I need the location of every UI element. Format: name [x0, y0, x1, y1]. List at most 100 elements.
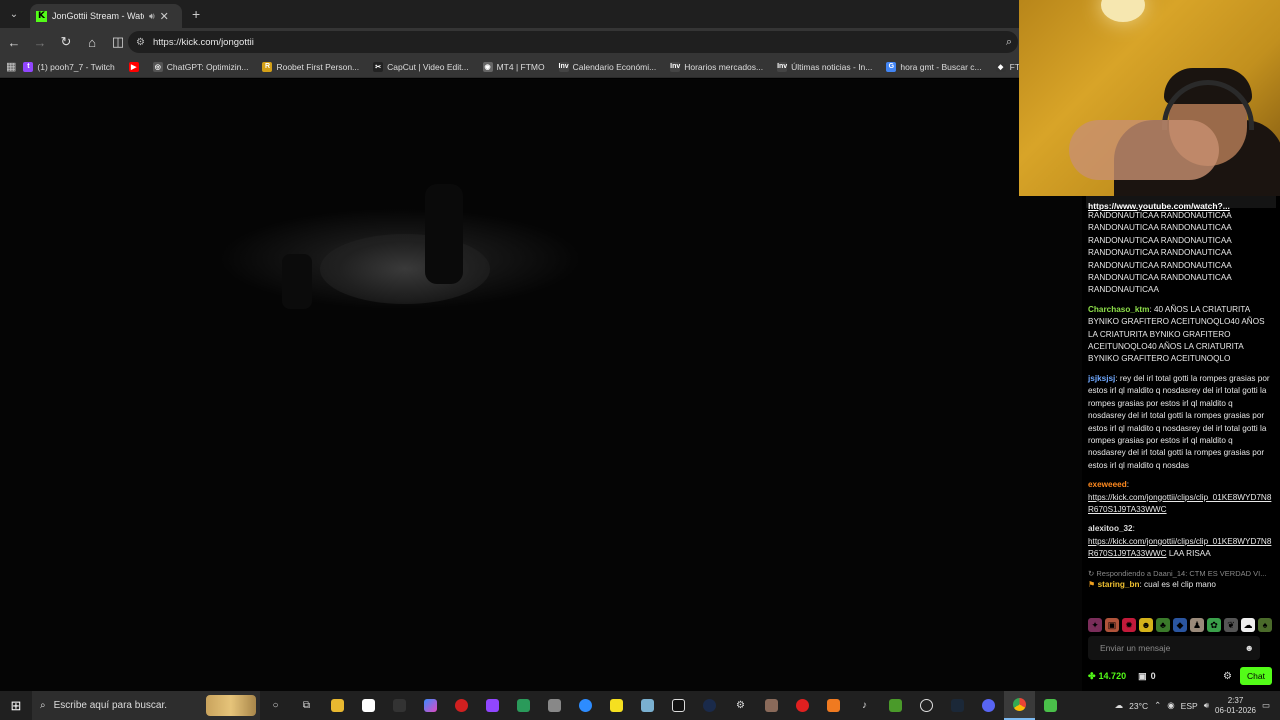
chat-send-button[interactable]: Chat [1240, 667, 1272, 685]
chat-message: Charchaso_ktm: 40 AÑOS LA CRIATURITA BYN… [1088, 304, 1272, 366]
cortana-icon[interactable]: ○ [260, 691, 291, 720]
weather-temp[interactable]: 23°C [1129, 701, 1148, 711]
claim-counter[interactable]: ▣ 0 [1138, 671, 1156, 682]
chat-settings-icon[interactable]: ⚙ [1223, 671, 1232, 682]
notepad-icon[interactable] [353, 691, 384, 720]
emoji-picker-icon[interactable]: ☻ [1245, 643, 1254, 653]
chat-username[interactable]: Charchaso_ktm [1088, 305, 1149, 314]
tray-expand-icon[interactable]: ⌃ [1154, 700, 1161, 711]
chat-messages: RANDONAUTICAA RANDONAUTICAA RANDONAUTICA… [1088, 210, 1272, 598]
app-red-icon[interactable] [446, 691, 477, 720]
settings-icon[interactable]: ⚙ [725, 691, 756, 720]
file-explorer-icon[interactable] [322, 691, 353, 720]
task-view-icon[interactable]: ⧉ [291, 691, 322, 720]
browser-tab[interactable]: K JonGottii Stream - Watch Live 🔊︎ ✕ [30, 4, 182, 28]
bookmark-item[interactable]: ◉ MT4 | FTMO [476, 61, 552, 72]
chat-message: RANDONAUTICAA RANDONAUTICAA RANDONAUTICA… [1088, 210, 1272, 297]
windows-start-icon[interactable]: ⊞ [0, 691, 32, 720]
chat-username[interactable]: exeweeed [1088, 480, 1127, 489]
minecraft-icon[interactable] [880, 691, 911, 720]
audio-playing-icon[interactable]: 🔊︎ [149, 11, 155, 22]
chat-input-placeholder: Enviar un mensaje [1100, 643, 1171, 653]
video-player[interactable] [0, 79, 1082, 691]
language-indicator[interactable]: ESP [1181, 701, 1198, 711]
emote-icon[interactable]: ♣ [1156, 618, 1170, 632]
browser-toolbar: ← → ↻ ⌂ ◫ ⚙ https://kick.com/jongottii ⌕ [0, 28, 1020, 56]
emote-icon[interactable]: ✿ [1207, 618, 1221, 632]
emote-icon[interactable]: ☻ [1139, 618, 1153, 632]
capcut-taskbar-icon[interactable] [663, 691, 694, 720]
bookmark-item[interactable]: Inv Calendario Económi... [552, 61, 664, 72]
bookmark-item[interactable]: ▶ [122, 61, 146, 72]
opera-icon[interactable] [787, 691, 818, 720]
app-orange-icon[interactable] [818, 691, 849, 720]
pinned-message[interactable]: https://www.youtube.com/watch?... [1086, 196, 1276, 211]
emote-icon[interactable]: ✹ [1122, 618, 1136, 632]
bookmark-label: hora gmt - Buscar c... [900, 61, 982, 72]
chat-username[interactable]: alexitoo_32 [1088, 524, 1133, 533]
address-bar[interactable]: ⚙ https://kick.com/jongottii ⌕ [128, 31, 1018, 53]
chat-message-link[interactable]: https://kick.com/jongottii/clips/clip_01… [1088, 493, 1271, 514]
discord-icon[interactable] [973, 691, 1004, 720]
channel-points[interactable]: ✤ 14.720 [1088, 671, 1126, 682]
app-image-icon[interactable] [756, 691, 787, 720]
steam-icon[interactable] [942, 691, 973, 720]
clock[interactable]: 2:37 06-01-2026 [1215, 696, 1256, 716]
zoom-icon[interactable]: ⌕ [1006, 36, 1012, 49]
tab-close-icon[interactable]: ✕ [160, 10, 169, 23]
bookmark-item[interactable]: ✂ CapCut | Video Edit... [366, 61, 475, 72]
emote-icon[interactable]: ☁ [1241, 618, 1255, 632]
speaker-icon[interactable]: 🔊︎ [1204, 700, 1209, 711]
app-dark-icon[interactable] [694, 691, 725, 720]
forward-button[interactable]: → [28, 30, 52, 54]
bookmark-item[interactable]: Ghora gmt - Buscar c... [879, 61, 988, 72]
notifications-icon[interactable]: ▭ [1262, 700, 1270, 711]
app-green-icon[interactable] [508, 691, 539, 720]
bookmark-item[interactable]: t (1) pooh7_7 - Twitch [16, 61, 121, 72]
home-button[interactable]: ⌂ [80, 30, 104, 54]
sticky-notes-icon[interactable] [601, 691, 632, 720]
search-highlight-icon [206, 695, 256, 716]
chat-message: jsjksjsj: rey del irl total gotti la rom… [1088, 373, 1272, 472]
chat-username[interactable]: jsjksjsj [1088, 374, 1115, 383]
network-icon[interactable]: ◉ [1167, 700, 1174, 711]
site-info-icon[interactable]: ⚙ [136, 37, 145, 48]
taskbar-search-placeholder: Escribe aquí para buscar. [53, 700, 168, 711]
zoom-app-icon[interactable] [570, 691, 601, 720]
apps-grid-icon[interactable]: ▦ [6, 60, 16, 73]
app-grey-icon[interactable] [539, 691, 570, 720]
bookmark-item[interactable]: Inv Horarios mercados... [663, 61, 770, 72]
badge-icon: ⚑ [1088, 579, 1098, 589]
bookmark-item[interactable]: ◆FTMO - For Serio [989, 61, 1020, 72]
reply-hint[interactable]: ↻ Respondiendo a Daani_14: CTM ES VERDAD… [1088, 568, 1272, 579]
app-cube-icon[interactable] [1035, 691, 1066, 720]
app-blue-icon[interactable] [632, 691, 663, 720]
tiktok-icon[interactable]: ♪ [849, 691, 880, 720]
copilot-icon[interactable] [415, 691, 446, 720]
emote-icon[interactable]: ♟ [1190, 618, 1204, 632]
tab-search-icon[interactable]: ⌄ [0, 0, 28, 28]
video-silhouette [425, 184, 463, 284]
twitch-taskbar-icon[interactable] [477, 691, 508, 720]
chat-message-text: LAA RISAA [1166, 549, 1211, 559]
emote-icon[interactable]: ◆ [1173, 618, 1187, 632]
chat-input[interactable]: Enviar un mensaje ☻ [1088, 636, 1260, 660]
chrome-icon[interactable] [1004, 691, 1035, 720]
split-view-icon[interactable]: ◫ [106, 30, 130, 54]
back-button[interactable]: ← [2, 30, 26, 54]
bookmark-item[interactable]: Inv Últimas noticias - In... [770, 61, 879, 72]
new-tab-button[interactable]: + [192, 6, 200, 22]
chat-username[interactable]: staring_bn [1098, 580, 1140, 589]
reload-button[interactable]: ↻ [54, 30, 78, 54]
bookmark-item[interactable]: ◎ ChatGPT: Optimizin... [146, 61, 256, 72]
emote-icon[interactable]: ♠ [1258, 618, 1272, 632]
app-icon[interactable] [384, 691, 415, 720]
emote-icon[interactable]: ❦ [1224, 618, 1238, 632]
app-circle-icon[interactable] [911, 691, 942, 720]
taskbar-search[interactable]: ⌕ Escribe aquí para buscar. [32, 691, 260, 720]
ftmo-icon: ◆ [995, 61, 1006, 72]
investing-icon: Inv [777, 61, 788, 72]
bookmark-item[interactable]: R Roobet First Person... [255, 61, 366, 72]
emote-icon[interactable]: ✦ [1088, 618, 1102, 632]
emote-icon[interactable]: ▣ [1105, 618, 1119, 632]
